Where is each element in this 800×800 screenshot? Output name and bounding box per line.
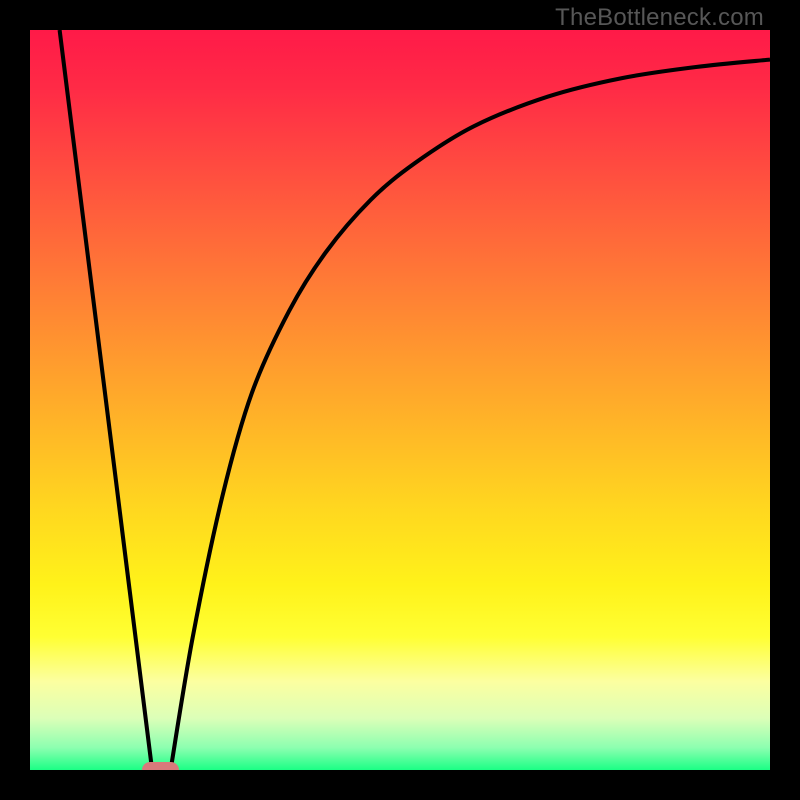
plot-area xyxy=(30,30,770,770)
left-line-path xyxy=(60,30,153,770)
bottleneck-marker xyxy=(142,762,179,770)
watermark-label: TheBottleneck.com xyxy=(555,4,764,32)
chart-frame: TheBottleneck.com xyxy=(0,0,800,800)
right-curve-path xyxy=(171,60,770,770)
curve-layer xyxy=(30,30,770,770)
